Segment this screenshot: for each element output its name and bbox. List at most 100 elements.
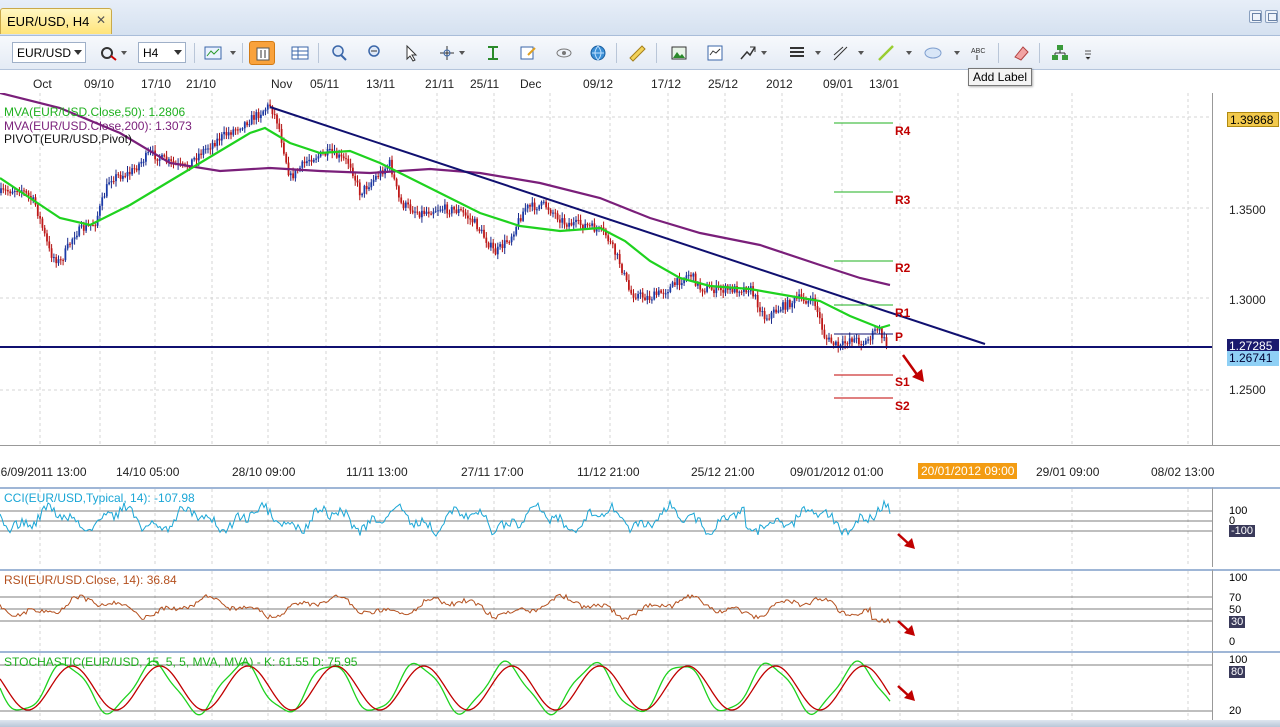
candle-body — [841, 341, 844, 345]
candle-body — [430, 213, 432, 215]
candle-body — [510, 236, 513, 243]
candle-body — [246, 122, 248, 126]
chart-tab[interactable]: EUR/USD, H4 ✕ — [0, 8, 112, 34]
ellipse-dropdown[interactable] — [954, 51, 960, 55]
indicators-dropdown[interactable] — [761, 51, 767, 55]
candle-body — [563, 218, 566, 225]
price-chart[interactable]: R4 R3 R2 R1 P S1 S2 MVA(EUR/USD.Close,50): 1.28… — [0, 93, 1212, 445]
template-icon[interactable] — [702, 41, 728, 65]
candle-body — [678, 278, 681, 286]
candle-body — [483, 229, 485, 238]
bottom-axis-label: 25/12 21:00 — [691, 465, 755, 479]
top-axis-label: 17/12 — [651, 77, 682, 91]
symbol-settings-dropdown[interactable] — [121, 51, 127, 55]
rsi-pane[interactable]: RSI(EUR/USD.Close, 14): 36.84 — [0, 569, 1212, 651]
candle-body — [414, 211, 416, 213]
top-axis-label: 25/12 — [708, 77, 739, 91]
lines-icon[interactable] — [784, 41, 810, 65]
candle-body — [609, 241, 612, 243]
symbol-select[interactable]: EUR/USD — [12, 42, 86, 63]
candle-body — [855, 337, 858, 339]
candlestick-mode-icon[interactable] — [249, 41, 275, 65]
candle-body — [828, 337, 830, 340]
image-export-icon[interactable] — [666, 41, 692, 65]
candle-body — [80, 225, 83, 227]
candle-body — [218, 138, 221, 141]
eye-icon[interactable] — [551, 41, 577, 65]
ellipse-icon[interactable] — [920, 41, 946, 65]
candle-body — [462, 210, 465, 213]
candle-body — [556, 213, 559, 220]
data-table-icon[interactable] — [287, 41, 313, 65]
bottom-axis-label: 14/10 05:00 — [116, 465, 180, 479]
eraser-icon[interactable] — [1008, 41, 1034, 65]
cci-pane[interactable]: CCI(EUR/USD,Typical, 14): -107.98 — [0, 487, 1212, 567]
close-icon[interactable]: ✕ — [96, 14, 108, 26]
candle-body — [876, 329, 879, 331]
candle-body — [690, 274, 692, 277]
candle-body — [329, 148, 331, 150]
candle-body — [816, 306, 819, 313]
candle-body — [342, 156, 345, 159]
candle-body — [450, 207, 453, 214]
candle-body — [630, 289, 633, 294]
candle-body — [738, 291, 741, 293]
hierarchy-icon[interactable] — [1047, 41, 1073, 65]
candle-body — [545, 201, 547, 208]
top-axis-label: 21/11 — [425, 77, 455, 91]
zoom-out-icon[interactable] — [362, 41, 388, 65]
candle-body — [315, 158, 317, 160]
ruler-icon[interactable] — [624, 41, 650, 65]
maximize-window-icon[interactable] — [1265, 10, 1278, 23]
candle-body — [147, 152, 150, 154]
restore-window-icon[interactable] — [1249, 10, 1262, 23]
candle-body — [39, 216, 41, 219]
bottom-axis-label: 29/01 09:00 — [1036, 465, 1100, 479]
indicators-icon[interactable] — [735, 41, 761, 65]
candle-body — [657, 290, 660, 295]
timeframe-select[interactable]: H4 — [138, 42, 186, 63]
candle-body — [76, 235, 78, 238]
candle-body — [402, 202, 405, 208]
fit-range-icon[interactable] — [480, 41, 506, 65]
candle-body — [835, 341, 837, 346]
bottom-axis-label: 26/09/2011 13:00 — [0, 465, 87, 479]
candle-body — [220, 134, 223, 141]
add-label-icon[interactable]: ABC — [966, 41, 992, 65]
candle-body — [112, 181, 115, 183]
candle-body — [131, 168, 133, 175]
candle-body — [499, 244, 501, 247]
pointer-icon[interactable] — [398, 41, 424, 65]
candle-body — [584, 223, 587, 229]
zoom-in-icon[interactable] — [326, 41, 352, 65]
chart-type-icon[interactable] — [200, 41, 226, 65]
candle-body — [770, 312, 773, 319]
properties-icon[interactable] — [515, 41, 541, 65]
candle-body — [644, 297, 646, 300]
stochastic-pane[interactable]: STOCHASTIC(EUR/USD, 15, 5, 5, MVA, MVA) … — [0, 651, 1212, 721]
trendline-icon[interactable] — [873, 41, 899, 65]
candle-body — [818, 312, 821, 319]
globe-icon[interactable] — [585, 41, 611, 65]
fibonacci-dropdown[interactable] — [858, 51, 864, 55]
lines-dropdown[interactable] — [815, 51, 821, 55]
crosshair-icon[interactable] — [434, 41, 460, 65]
rsi-level-0: 0 — [1229, 636, 1236, 648]
crosshair-dropdown[interactable] — [459, 51, 465, 55]
rsi-level-30: 30 — [1229, 616, 1246, 628]
candle-body — [701, 289, 704, 292]
trendline-dropdown[interactable] — [906, 51, 912, 55]
stoch-level-20: 20 — [1229, 705, 1242, 717]
candle-body — [616, 254, 619, 256]
candle-body — [747, 291, 750, 293]
toolbar-overflow-icon[interactable] — [1080, 41, 1094, 65]
fibonacci-icon[interactable] — [828, 41, 854, 65]
candle-body — [133, 168, 136, 170]
candle-body — [158, 158, 161, 161]
chart-type-dropdown[interactable] — [230, 51, 236, 55]
symbol-select-value: EUR/USD — [17, 46, 72, 60]
candle-body — [354, 175, 357, 181]
candle-body — [851, 338, 853, 342]
symbol-settings-icon[interactable] — [96, 41, 122, 65]
rsi-level-70: 70 — [1229, 592, 1242, 604]
